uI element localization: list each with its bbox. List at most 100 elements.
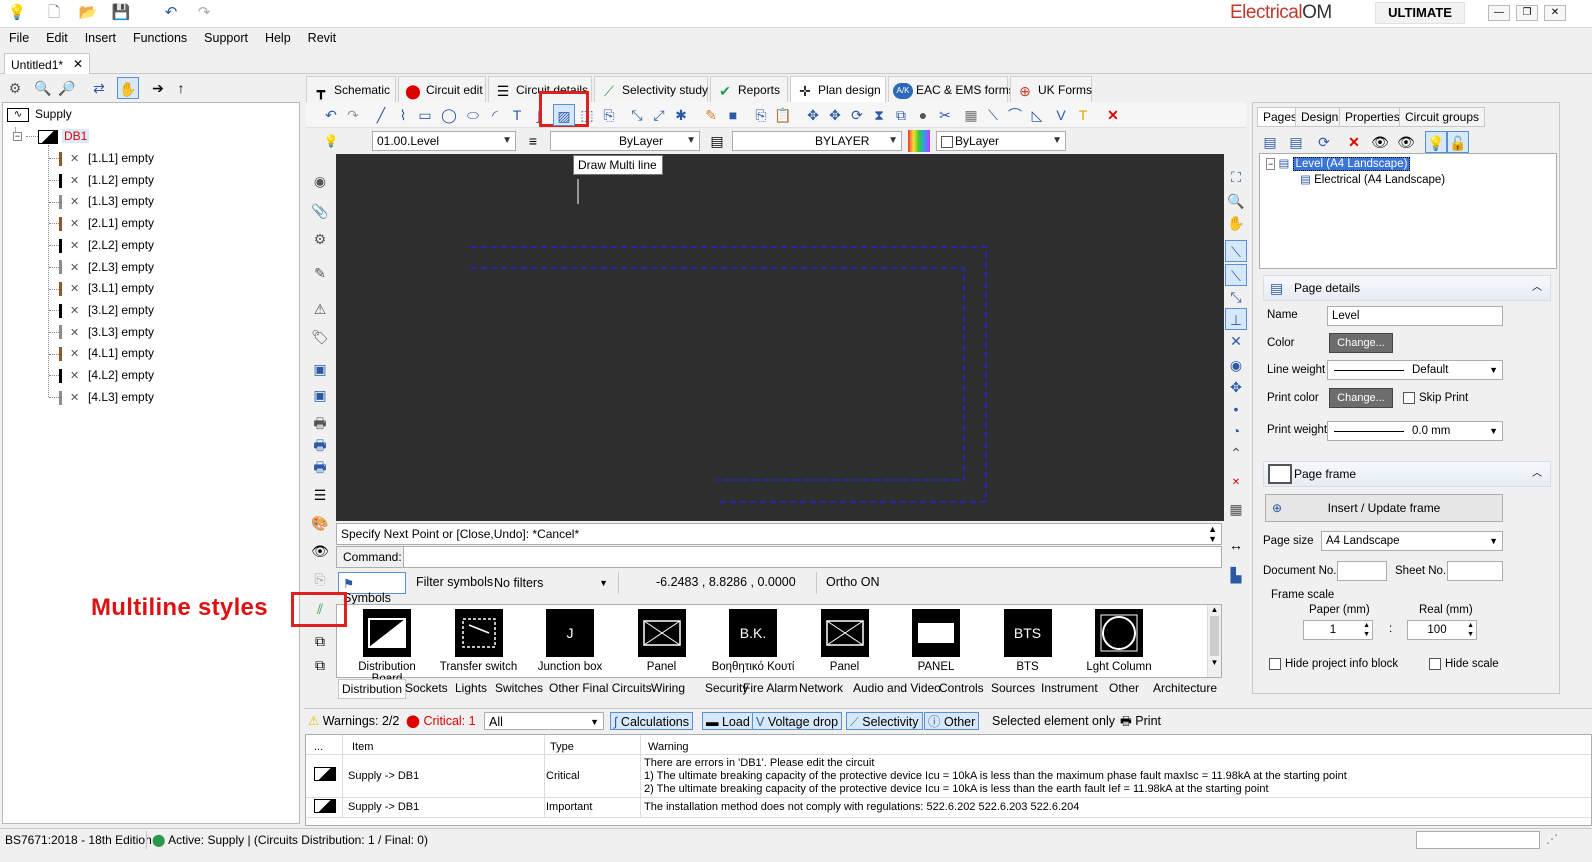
palette-icon[interactable]: 🎨 <box>309 512 331 534</box>
attach-icon[interactable]: 📎 <box>309 200 331 222</box>
tree-item[interactable]: ✕ [4.L2] empty <box>49 366 154 384</box>
undo-draw-icon[interactable]: ↶ <box>320 104 342 126</box>
text-icon[interactable]: T <box>506 104 528 126</box>
sheet-number-input[interactable] <box>1447 561 1503 581</box>
undo-icon[interactable]: ↶ <box>161 3 181 23</box>
tree-item[interactable]: ✕ [1.L1] empty <box>49 149 154 167</box>
page-size-select[interactable]: A4 Landscape ▼ <box>1321 531 1503 551</box>
menu-help[interactable]: Help <box>256 28 299 45</box>
selected-element-only-toggle[interactable]: Selected element only <box>992 712 1115 730</box>
symbol-item[interactable]: Distribution Board <box>342 609 432 685</box>
menu-support[interactable]: Support <box>195 28 256 45</box>
plot-icon[interactable]: 🖶 <box>309 456 331 478</box>
lineweight-select[interactable]: BYLAYER ▼ <box>732 131 902 151</box>
symbol-item[interactable]: Transfer switch <box>434 609 524 673</box>
tree-item[interactable]: ✕ [3.L2] empty <box>49 301 154 319</box>
settings-icon[interactable]: ⚙ <box>309 228 331 250</box>
category-tab[interactable]: Audio and Video <box>850 679 944 699</box>
trim-icon[interactable]: ✂ <box>934 104 956 126</box>
offset-icon[interactable]: ⧉ <box>890 104 912 126</box>
category-tab[interactable]: Instrument <box>1038 679 1101 699</box>
color-select[interactable]: ByLayer ▼ <box>936 131 1066 151</box>
status-input[interactable] <box>1416 831 1540 849</box>
tree-item[interactable]: ✕ [2.L3] empty <box>49 258 154 276</box>
snap-center-icon[interactable]: ◉ <box>1225 354 1247 376</box>
collapse-chevron-icon[interactable]: ︿ <box>1532 462 1542 486</box>
array-icon[interactable]: ▦ <box>960 104 982 126</box>
symbol-item[interactable]: J Junction box <box>525 609 615 673</box>
stepper-icon[interactable]: ▲ ▼ <box>1363 621 1370 639</box>
ungroup-icon[interactable]: ⧉ <box>309 654 331 676</box>
critical-button[interactable]: ⬤ Critical: 1 <box>406 712 476 730</box>
tab-circuit-edit[interactable]: ⬤ Circuit edit <box>398 76 486 102</box>
tree-item[interactable]: ✕ [2.L2] empty <box>49 236 154 254</box>
symbol-item[interactable]: Panel <box>800 609 890 673</box>
tree-item[interactable]: ✕ [4.L3] empty <box>49 388 154 406</box>
zoom-out-icon[interactable]: 🔎 <box>56 77 78 99</box>
ellipse-icon[interactable]: ⬭ <box>462 104 484 126</box>
save-icon[interactable]: 💾 <box>111 3 131 23</box>
zoom-window-icon[interactable]: 🔍 <box>1225 190 1247 212</box>
paper-scale-input[interactable]: 1 ▲ ▼ <box>1303 620 1373 640</box>
symbol-item[interactable]: Lght Column <box>1074 609 1164 673</box>
lightbulb-icon[interactable]: 💡 <box>7 3 27 23</box>
view-icon[interactable]: 👁 <box>309 540 331 562</box>
pan-icon[interactable]: ✋ <box>1225 212 1247 234</box>
rotate-icon[interactable]: ⟳ <box>846 104 868 126</box>
dxf-import-icon[interactable]: ▣ <box>309 358 331 380</box>
resize-grip-icon[interactable]: ⋰ <box>1546 832 1558 846</box>
filter-select[interactable]: No filters ▼ <box>494 573 612 593</box>
symbol-item[interactable]: Panel <box>617 609 707 673</box>
list-view-icon[interactable]: ☰ <box>309 484 331 506</box>
zoom-extents-icon[interactable]: ⛶ <box>1225 166 1247 188</box>
tab-plan-design[interactable]: ✛ Plan design <box>790 76 886 103</box>
dimension-icon[interactable]: ↔ <box>1225 534 1247 556</box>
tab-eac-ems-forms[interactable]: A/K EAC & EMS forms <box>888 76 1015 102</box>
document-tab[interactable]: Untitled1* ✕ <box>4 53 90 74</box>
page-details-header[interactable]: ▤ Page details ︿ <box>1263 275 1551 301</box>
scroll-arrows-icon[interactable]: ▲ ▼ <box>1208 524 1217 544</box>
collapse-chevron-icon[interactable]: ︿ <box>1532 276 1542 300</box>
color-change-button[interactable]: Change... <box>1329 333 1393 353</box>
close-button[interactable]: ✕ <box>1544 5 1566 21</box>
calculations-toggle[interactable]: ∫ Calculations <box>610 712 694 730</box>
multiline-icon[interactable]: ▨ <box>553 104 575 126</box>
measure-icon[interactable]: V <box>1050 104 1072 126</box>
clear-snaps-icon[interactable]: ✕ <box>1225 472 1247 494</box>
symbol-item[interactable]: BTS BTS <box>983 609 1073 673</box>
snap-nearest-icon[interactable]: ⤡ <box>1225 286 1247 308</box>
visibility-icon[interactable]: 👁 <box>1369 131 1391 153</box>
stepper-icon[interactable]: ▲ ▼ <box>1467 621 1474 639</box>
arrow-right-icon[interactable]: ➔ <box>147 77 169 99</box>
category-tab[interactable]: Other Final Circuits <box>546 679 655 699</box>
layer-copy-icon[interactable]: ⎘ <box>309 568 331 590</box>
tree-item[interactable]: ✕ [3.L1] empty <box>49 279 154 297</box>
explode-icon[interactable]: ✱ <box>670 104 692 126</box>
grid-icon[interactable]: ▦ <box>1225 498 1247 520</box>
arc-icon[interactable]: ◜ <box>484 104 506 126</box>
category-tab[interactable]: Switches <box>492 679 546 699</box>
category-tab[interactable]: Controls <box>936 679 987 699</box>
edit-symbol-icon[interactable]: ✎ <box>309 262 331 284</box>
drawing-canvas[interactable] <box>336 154 1224 521</box>
tab-reports[interactable]: ✔ Reports <box>710 76 788 102</box>
snap-intersection-icon[interactable]: ✕ <box>1225 330 1247 352</box>
category-tab[interactable]: Network <box>796 679 846 699</box>
tree-board[interactable]: − DB1 <box>13 127 90 145</box>
tree-item[interactable]: ✕ [1.L2] empty <box>49 171 154 189</box>
category-tab[interactable]: Other <box>1106 679 1142 699</box>
collapse-icon[interactable]: − <box>13 132 22 142</box>
swap-icon[interactable]: ⇄ <box>88 77 110 99</box>
snap-endpoint-icon[interactable]: ⟍ <box>1225 240 1247 262</box>
page-level[interactable]: − ▤ Level (A4 Landscape) <box>1266 156 1411 171</box>
layer-select[interactable]: 01.00.Level ▼ <box>372 131 516 151</box>
mirror-icon[interactable]: ⧗ <box>868 104 890 126</box>
warnings-button[interactable]: ⚠ Warnings: 2/2 <box>308 712 399 730</box>
snap-tangent-icon[interactable]: ◔ <box>1225 420 1247 442</box>
fill-icon[interactable]: ■ <box>722 104 744 126</box>
lock-icon[interactable]: 🔓 <box>1447 131 1469 153</box>
snap-node-icon[interactable]: • <box>1225 398 1247 420</box>
snap-icon[interactable]: ◉ <box>309 170 331 192</box>
skip-print-checkbox[interactable]: Skip Print <box>1403 392 1468 404</box>
real-scale-input[interactable]: 100 ▲ ▼ <box>1407 620 1477 640</box>
